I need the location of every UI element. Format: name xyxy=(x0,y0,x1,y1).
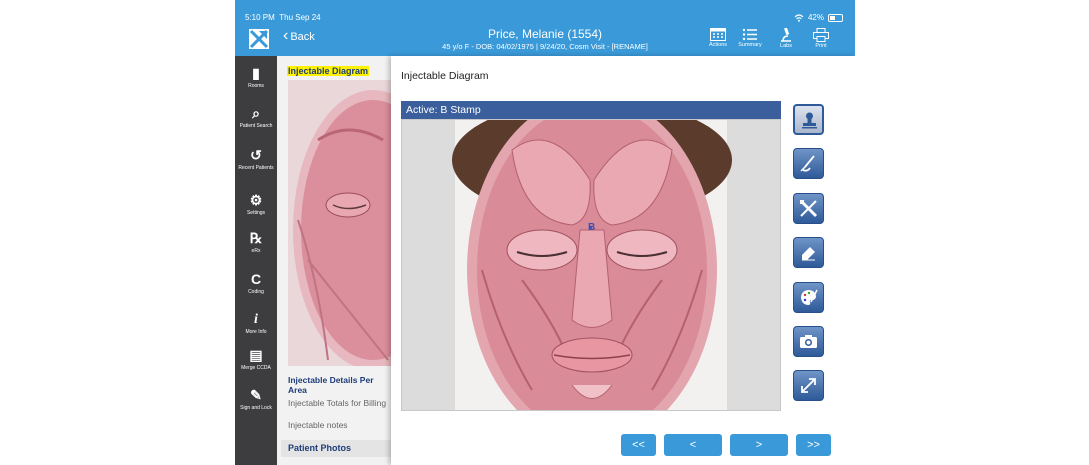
battery-icon xyxy=(828,13,843,22)
camera-icon xyxy=(800,335,817,348)
status-time: 5:10 PM Thu Sep 24 xyxy=(245,13,321,22)
ipad-screen: 5:10 PM Thu Sep 24 42% ‹ Back Price, Mel… xyxy=(235,0,855,465)
expand-tool-button[interactable] xyxy=(793,370,824,401)
pen-icon xyxy=(800,155,815,172)
injectable-diagram-modal: Injectable Diagram Active: B Stamp B << … xyxy=(391,56,855,465)
print-label: Print xyxy=(815,43,827,49)
expand-icon xyxy=(801,378,816,393)
sidebar-item-label: Sign and Lock xyxy=(240,405,272,411)
sidebar-item-recent-patients[interactable]: ↺ Recent Patients xyxy=(235,147,277,172)
info-icon: i xyxy=(254,312,258,327)
eraser-tool-button[interactable] xyxy=(793,237,824,268)
history-icon: ↺ xyxy=(250,147,262,163)
sidebar: ▮ Rooms ⌕ Patient Search ↺ Recent Patien… xyxy=(235,56,277,465)
previous-page-button[interactable]: < xyxy=(664,434,722,456)
face-muscle-diagram xyxy=(402,120,780,410)
actions-label: Actions xyxy=(708,42,728,48)
document-panel: Injectable Diagram Injectable Details Pe… xyxy=(277,56,393,465)
sidebar-item-settings[interactable]: ⚙ Settings xyxy=(235,192,277,217)
pen-tool-button[interactable] xyxy=(793,148,824,179)
sidebar-item-label: Coding xyxy=(248,289,264,295)
microscope-icon xyxy=(781,28,791,42)
link-injectable-details[interactable]: Injectable Details Per Area xyxy=(288,375,393,395)
document-face-diagram xyxy=(288,80,393,366)
sidebar-item-rooms[interactable]: ▮ Rooms xyxy=(235,65,277,90)
link-injectable-totals[interactable]: Injectable Totals for Billing xyxy=(288,398,386,408)
eraser-icon xyxy=(802,247,815,261)
cross-tools-icon xyxy=(799,199,818,218)
sidebar-item-more-info[interactable]: i More Info xyxy=(235,312,277,335)
labs-button[interactable]: Labs xyxy=(769,28,803,49)
last-page-button[interactable]: >> xyxy=(796,434,831,456)
rx-icon: ℞ xyxy=(249,230,263,246)
sidebar-item-erx[interactable]: ℞ eRx xyxy=(235,230,277,255)
pen-icon: ✎ xyxy=(250,387,262,403)
document-highlight-title: Injectable Diagram xyxy=(287,66,370,76)
sidebar-item-label: Rooms xyxy=(248,83,264,89)
sidebar-item-sign-and-lock[interactable]: ✎ Sign and Lock xyxy=(235,387,277,412)
sidebar-item-label: Settings xyxy=(246,210,266,216)
link-injectable-notes[interactable]: Injectable notes xyxy=(288,420,348,430)
status-indicators: 42% xyxy=(794,13,843,22)
stamp-marker-label[interactable]: B xyxy=(588,222,595,233)
summary-button[interactable]: Summary xyxy=(733,28,767,48)
top-bar: 5:10 PM Thu Sep 24 42% ‹ Back Price, Mel… xyxy=(235,0,855,56)
printer-icon xyxy=(813,28,829,42)
print-button[interactable]: Print xyxy=(804,28,838,49)
sidebar-item-label: More Info xyxy=(245,329,267,335)
door-icon: ▮ xyxy=(252,65,260,81)
palette-tool-button[interactable] xyxy=(793,282,824,313)
status-date: Thu Sep 24 xyxy=(279,13,321,22)
sidebar-item-patient-search[interactable]: ⌕ Patient Search xyxy=(235,105,277,130)
tools-button[interactable] xyxy=(793,193,824,224)
stamp-icon xyxy=(802,112,817,129)
palette-icon xyxy=(801,289,818,305)
sidebar-item-label: eRx xyxy=(251,248,261,254)
list-icon xyxy=(742,28,757,41)
sidebar-item-label: Merge CCDA xyxy=(241,365,271,371)
status-clock: 5:10 PM xyxy=(245,13,275,22)
stamp-tool-button[interactable] xyxy=(793,104,824,135)
clipboard-icon: ▤ xyxy=(249,347,263,363)
first-page-button[interactable]: << xyxy=(621,434,656,456)
battery-percent: 42% xyxy=(807,13,824,22)
sidebar-item-merge-ccda[interactable]: ▤ Merge CCDA xyxy=(235,347,277,372)
gear-icon: ⚙ xyxy=(249,192,263,208)
actions-button[interactable]: Actions xyxy=(701,28,735,48)
camera-tool-button[interactable] xyxy=(793,326,824,357)
labs-label: Labs xyxy=(780,43,792,49)
active-tool-bar: Active: B Stamp xyxy=(401,101,781,119)
calendar-grid-icon xyxy=(710,28,726,41)
magnifier-icon: ⌕ xyxy=(252,105,260,121)
modal-title: Injectable Diagram xyxy=(401,70,489,82)
face-thumbnail xyxy=(288,80,393,366)
next-page-button[interactable]: > xyxy=(730,434,788,456)
summary-label: Summary xyxy=(738,42,762,48)
section-patient-photos[interactable]: Patient Photos xyxy=(281,440,393,457)
wifi-icon xyxy=(794,13,804,22)
sidebar-item-coding[interactable]: C Coding xyxy=(235,271,277,296)
diagram-canvas[interactable]: B xyxy=(401,119,781,411)
sidebar-item-label: Patient Search xyxy=(239,123,273,129)
c-icon: C xyxy=(250,271,262,287)
sidebar-item-label: Recent Patients xyxy=(238,165,274,171)
